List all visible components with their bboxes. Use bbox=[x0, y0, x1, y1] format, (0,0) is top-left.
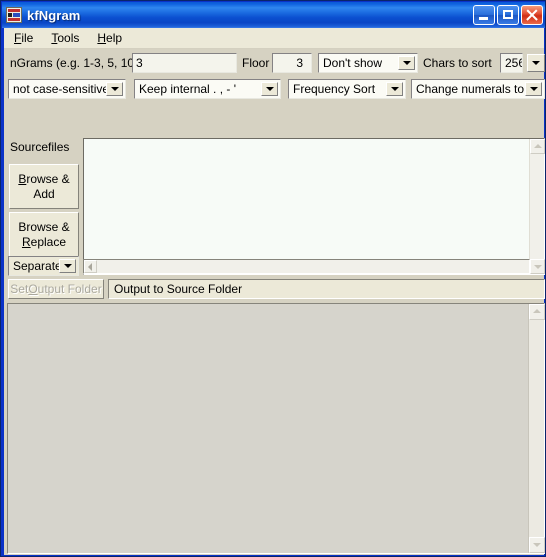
chevron-down-icon[interactable] bbox=[59, 259, 76, 273]
chevron-down-icon[interactable] bbox=[106, 82, 123, 96]
set-output-folder-accel: O bbox=[28, 281, 38, 296]
client-area: File Tools Help nGrams (e.g. 1-3, 5, 10)… bbox=[4, 28, 545, 555]
show-combo[interactable]: Don't show bbox=[318, 53, 418, 73]
case-sensitivity-combo[interactable]: not case-sensitive bbox=[8, 79, 126, 99]
sourcefiles-horizontal-scrollbar[interactable] bbox=[83, 259, 530, 274]
results-text-content[interactable] bbox=[8, 304, 528, 553]
menu-item-tools[interactable]: Tools bbox=[43, 29, 87, 47]
chevron-down-icon[interactable] bbox=[527, 54, 545, 72]
internal-punctuation-value: Keep internal . , - ' bbox=[139, 82, 237, 96]
sourcefiles-label: Sourcefiles bbox=[10, 140, 70, 154]
app-icon bbox=[6, 7, 22, 23]
chevron-down-icon[interactable] bbox=[525, 82, 542, 96]
sourcefiles-vertical-scrollbar[interactable] bbox=[529, 139, 545, 274]
browse-replace-line-1: Browse & bbox=[18, 219, 70, 234]
browse-replace-line-2: Replace bbox=[22, 235, 66, 250]
show-combo-value: Don't show bbox=[323, 56, 382, 70]
scroll-up-icon[interactable] bbox=[530, 139, 545, 154]
menu-item-help[interactable]: Help bbox=[89, 29, 130, 47]
floor-label: Floor bbox=[242, 56, 270, 70]
menu-bar: File Tools Help bbox=[4, 28, 544, 49]
sourcefiles-hscroll-track[interactable] bbox=[84, 260, 529, 273]
menu-item-file[interactable]: File bbox=[6, 29, 41, 47]
options-row-1: nGrams (e.g. 1-3, 5, 10) 3 Floor 3 Don't… bbox=[4, 50, 545, 76]
chevron-down-icon[interactable] bbox=[261, 82, 278, 96]
results-output-area[interactable] bbox=[7, 303, 545, 554]
options-row-2: not case-sensitive Keep internal . , - '… bbox=[4, 76, 545, 102]
results-vertical-scrollbar[interactable] bbox=[528, 304, 545, 553]
minimize-icon[interactable] bbox=[473, 5, 495, 25]
menu-help-rest: elp bbox=[106, 31, 123, 45]
window-controls bbox=[473, 5, 543, 25]
browse-add-line-2: Add bbox=[33, 186, 55, 201]
scroll-down-icon[interactable] bbox=[530, 259, 545, 274]
menu-file-rest: ile bbox=[21, 31, 34, 45]
set-output-folder-button[interactable]: Set Output Folder bbox=[8, 279, 104, 299]
browse-add-rest: rowse & bbox=[26, 171, 70, 186]
sort-order-combo[interactable]: Frequency Sort bbox=[288, 79, 406, 99]
numerals-value: Change numerals to # bbox=[416, 82, 525, 96]
scroll-up-icon[interactable] bbox=[529, 304, 545, 320]
browse-add-line-1: Browse & bbox=[18, 172, 69, 187]
separate-combo[interactable]: Separate bbox=[8, 256, 79, 276]
menu-help-accel: H bbox=[97, 31, 107, 45]
sourcefiles-list-content[interactable] bbox=[84, 139, 529, 274]
sort-order-value: Frequency Sort bbox=[293, 82, 376, 96]
set-output-folder-post: utput Folder bbox=[37, 281, 102, 296]
floor-input[interactable]: 3 bbox=[272, 53, 312, 73]
scroll-down-icon[interactable] bbox=[529, 537, 545, 553]
browse-replace-rest: eplace bbox=[30, 234, 67, 249]
case-sensitivity-value: not case-sensitive bbox=[13, 82, 106, 96]
title-bar[interactable]: kfNgram bbox=[2, 2, 545, 28]
output-folder-path[interactable]: Output to Source Folder bbox=[108, 279, 545, 299]
sourcefiles-listbox[interactable] bbox=[83, 138, 545, 275]
internal-punctuation-combo[interactable]: Keep internal . , - ' bbox=[134, 79, 281, 99]
browse-replace-accel: R bbox=[21, 234, 31, 249]
close-icon[interactable] bbox=[521, 5, 543, 25]
ngrams-input[interactable]: 3 bbox=[132, 53, 237, 73]
chars-to-sort-combo[interactable]: 256 bbox=[500, 53, 545, 73]
scroll-left-icon[interactable] bbox=[84, 260, 97, 273]
chevron-down-icon[interactable] bbox=[386, 82, 403, 96]
browse-and-add-button[interactable]: Browse & Add bbox=[9, 164, 79, 209]
separate-combo-value: Separate bbox=[13, 259, 59, 273]
menu-tools-rest: ools bbox=[57, 31, 80, 45]
chevron-down-icon[interactable] bbox=[398, 56, 415, 70]
numerals-combo[interactable]: Change numerals to # bbox=[411, 79, 545, 99]
browse-and-replace-button[interactable]: Browse & Replace bbox=[9, 212, 79, 257]
chars-to-sort-label: Chars to sort bbox=[423, 56, 492, 70]
chars-to-sort-value[interactable]: 256 bbox=[500, 53, 523, 73]
set-output-folder-pre: Set bbox=[10, 281, 29, 296]
maximize-icon[interactable] bbox=[497, 5, 519, 25]
window-title: kfNgram bbox=[27, 7, 81, 23]
application-window: kfNgram File Tools Help nGrams (e.g. 1-3… bbox=[0, 0, 546, 557]
ngrams-label: nGrams (e.g. 1-3, 5, 10) bbox=[10, 56, 139, 70]
